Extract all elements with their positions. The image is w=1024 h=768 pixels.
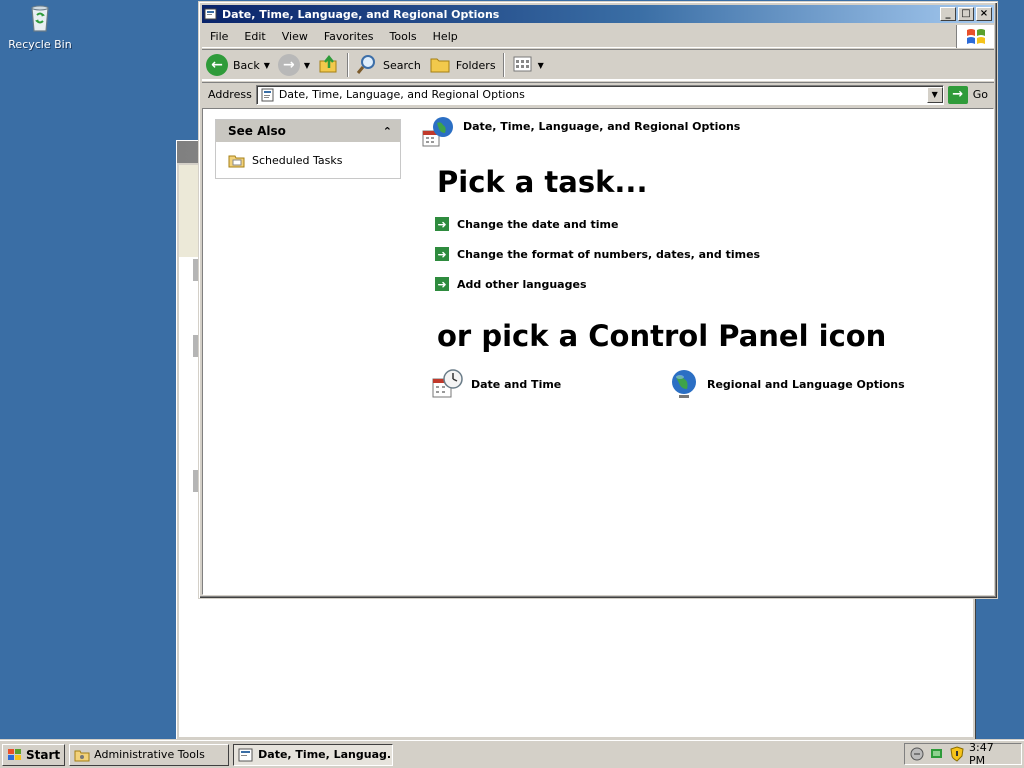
taskbar-item-administrative-tools[interactable]: Administrative Tools: [69, 743, 230, 766]
go-button[interactable]: → Go: [944, 85, 994, 104]
cp-icon-label: Date and Time: [471, 377, 562, 391]
menu-edit[interactable]: Edit: [236, 30, 273, 43]
network-icon[interactable]: [909, 746, 925, 762]
taskbar-item-date-time-language[interactable]: Date, Time, Languag...: [233, 743, 394, 766]
cp-icon-regional-language[interactable]: Regional and Language Options: [667, 367, 905, 401]
clock[interactable]: 3:47 PM: [969, 741, 1013, 767]
window-titlebar[interactable]: Date, Time, Language, and Regional Optio…: [202, 5, 994, 23]
recycle-bin-desktop-icon[interactable]: Recycle Bin: [6, 2, 74, 51]
address-dropdown-button[interactable]: ▼: [926, 86, 943, 103]
date-time-globe-icon: [421, 115, 455, 149]
go-arrow-icon: →: [947, 85, 968, 104]
go-label: Go: [972, 88, 988, 101]
see-also-panel: See Also ⌃ Scheduled Tasks: [215, 119, 401, 179]
menu-bar: File Edit View Favorites Tools Help: [202, 25, 994, 48]
search-icon: [356, 53, 378, 78]
forward-button[interactable]: → ▼: [274, 51, 314, 79]
close-button[interactable]: ×: [976, 7, 992, 21]
task-arrow-icon: ➜: [435, 217, 449, 231]
task-label: Change the format of numbers, dates, and…: [457, 247, 761, 261]
system-tray: 3:47 PM: [904, 741, 1022, 767]
task-add-languages[interactable]: ➜ Add other languages: [435, 269, 760, 299]
address-label: Address: [208, 88, 252, 101]
task-arrow-icon: ➜: [435, 277, 449, 291]
cp-icon-date-and-time[interactable]: Date and Time: [431, 367, 561, 401]
menu-view[interactable]: View: [274, 30, 316, 43]
task-change-date-time[interactable]: ➜ Change the date and time: [435, 209, 760, 239]
forward-dropdown-icon[interactable]: ▼: [304, 61, 310, 70]
update-icon[interactable]: [929, 746, 945, 762]
scheduled-tasks-icon: [228, 152, 246, 168]
search-button[interactable]: Search: [352, 51, 425, 79]
forward-arrow-icon: →: [277, 54, 300, 76]
category-header: Date, Time, Language, and Regional Optio…: [421, 115, 740, 149]
views-dropdown-icon[interactable]: ▼: [538, 61, 544, 70]
date-time-icon: [431, 367, 465, 401]
views-button[interactable]: ▼: [508, 51, 548, 79]
standard-toolbar: ← Back ▼ → ▼ Search Folders ▼: [202, 49, 994, 81]
menu-file[interactable]: File: [202, 30, 236, 43]
security-shield-icon[interactable]: [949, 746, 965, 762]
control-panel-window-icon: [238, 748, 254, 762]
menu-help[interactable]: Help: [425, 30, 466, 43]
folders-button[interactable]: Folders: [425, 51, 500, 79]
address-input[interactable]: Date, Time, Language, and Regional Optio…: [255, 84, 944, 105]
pick-icon-heading: or pick a Control Panel icon: [437, 319, 887, 353]
windows-logo-icon: [956, 25, 994, 48]
search-label: Search: [383, 58, 421, 72]
minimize-icon: _: [945, 8, 951, 19]
category-title: Date, Time, Language, and Regional Optio…: [463, 119, 741, 133]
window-title: Date, Time, Language, and Regional Optio…: [222, 7, 500, 21]
maximize-icon: □: [961, 8, 971, 19]
scheduled-tasks-label: Scheduled Tasks: [252, 153, 343, 167]
address-bar: Address Date, Time, Language, and Region…: [202, 82, 994, 106]
globe-icon: [667, 367, 701, 401]
task-label: Add other languages: [457, 277, 587, 291]
folders-label: Folders: [455, 58, 496, 72]
up-folder-icon: [318, 53, 340, 78]
address-value: Date, Time, Language, and Regional Optio…: [278, 88, 525, 101]
pick-task-heading: Pick a task...: [437, 165, 648, 199]
start-button[interactable]: Start: [2, 743, 66, 766]
recycle-bin-label: Recycle Bin: [8, 38, 72, 51]
taskbar: Start Administrative Tools Date, Time, L…: [0, 740, 1024, 768]
content-pane: See Also ⌃ Scheduled Tasks Date, Time, L…: [202, 108, 994, 595]
see-also-title: See Also: [228, 124, 286, 138]
main-window: Date, Time, Language, and Regional Optio…: [198, 1, 998, 599]
minimize-button[interactable]: _: [940, 7, 956, 21]
collapse-chevron-icon[interactable]: ⌃: [383, 125, 392, 138]
see-also-header[interactable]: See Also ⌃: [216, 120, 400, 142]
windows-flag-icon: [7, 748, 23, 762]
control-panel-page-icon: [261, 88, 275, 102]
task-list: ➜ Change the date and time ➜ Change the …: [435, 209, 760, 299]
task-label: Change the date and time: [457, 217, 619, 231]
cp-icon-label: Regional and Language Options: [707, 377, 905, 391]
chevron-down-icon: ▼: [931, 90, 938, 99]
taskbar-item-label: Date, Time, Languag...: [258, 748, 394, 761]
see-also-item-scheduled-tasks[interactable]: Scheduled Tasks: [216, 142, 400, 178]
back-button[interactable]: ← Back ▼: [202, 51, 274, 79]
administrative-tools-icon: [74, 748, 90, 762]
back-arrow-icon: ←: [206, 54, 228, 76]
task-change-number-format[interactable]: ➜ Change the format of numbers, dates, a…: [435, 239, 760, 269]
up-folder-button[interactable]: [314, 51, 344, 79]
task-arrow-icon: ➜: [435, 247, 449, 261]
recycle-bin-icon: [24, 2, 56, 34]
back-label: Back: [233, 58, 260, 72]
start-label: Start: [26, 747, 61, 762]
menu-favorites[interactable]: Favorites: [316, 30, 382, 43]
views-icon: [512, 54, 534, 77]
toolbar-separator: [502, 53, 505, 77]
folders-icon: [429, 53, 451, 78]
taskbar-item-label: Administrative Tools: [94, 748, 205, 761]
menu-tools[interactable]: Tools: [382, 30, 425, 43]
back-dropdown-icon[interactable]: ▼: [264, 61, 270, 70]
folder-window-icon: [204, 7, 218, 21]
close-icon: ×: [979, 8, 989, 19]
maximize-button[interactable]: □: [958, 7, 974, 21]
toolbar-separator: [347, 53, 350, 77]
